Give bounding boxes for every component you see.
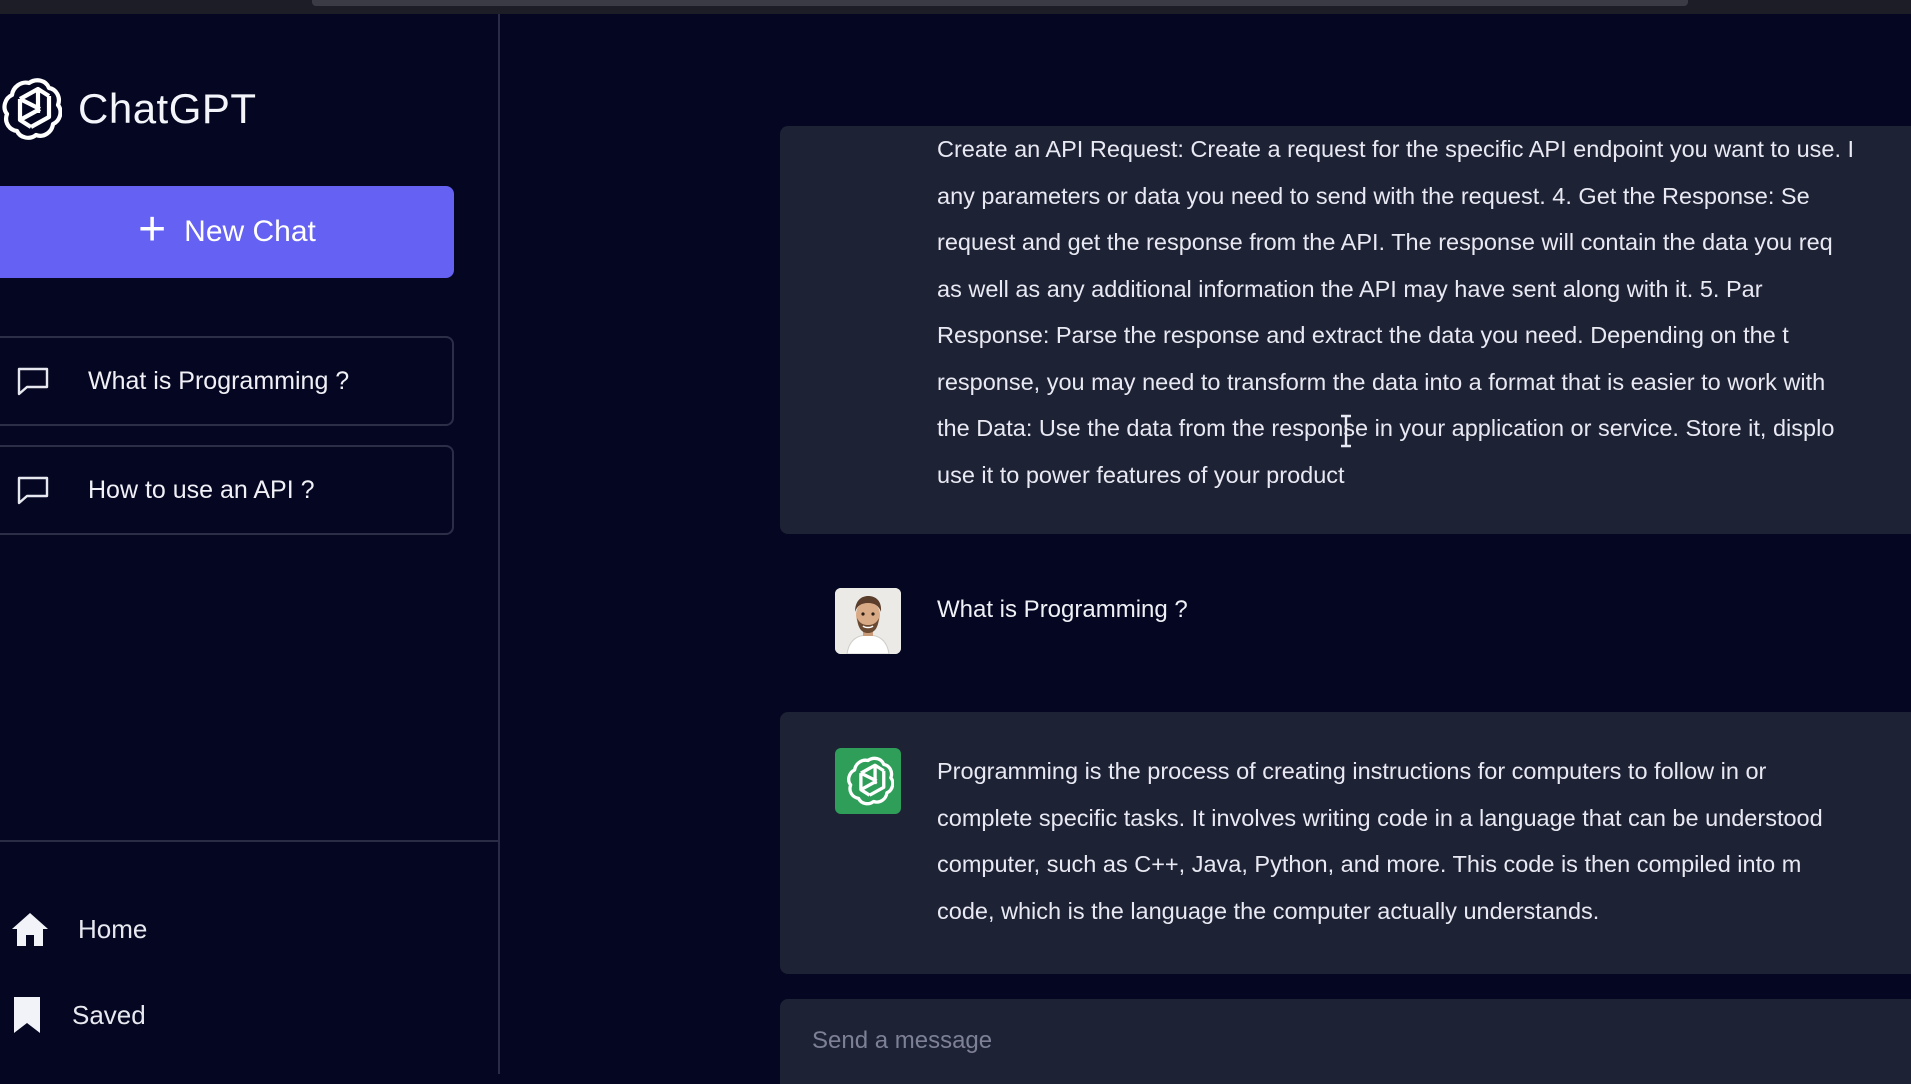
answer-line: computer, such as C++, Java, Python, and… (937, 851, 1802, 877)
answer-line: Create an API Request: Create a request … (937, 136, 1855, 162)
answer-line: code, which is the language the computer… (937, 897, 1600, 924)
sidebar: ChatGPT + New Chat What is Programming ?… (0, 14, 500, 1074)
text-cursor-icon (1341, 414, 1351, 448)
horizontal-scrollbar[interactable] (312, 0, 1688, 6)
openai-logo-icon (2, 78, 62, 140)
home-icon (12, 913, 48, 946)
brand: ChatGPT (0, 64, 400, 154)
chat-bubble-icon (17, 476, 49, 505)
openai-logo-icon (847, 756, 894, 806)
answer-line: Programming is the process of creating i… (937, 758, 1767, 784)
answer-line: response, you may need to transform the … (937, 368, 1826, 395)
window-top-bar (0, 0, 1911, 14)
new-chat-button[interactable]: + New Chat (0, 186, 454, 278)
nav-item-home[interactable]: Home (10, 904, 147, 954)
message-input[interactable] (810, 1017, 1890, 1065)
answer-line: request and get the response from the AP… (937, 229, 1833, 255)
bookmark-icon (14, 997, 40, 1033)
answer-line: the Data: Use the data from the response… (937, 415, 1835, 441)
sidebar-divider (0, 840, 500, 842)
history-item-label: How to use an API ? (88, 475, 315, 504)
history-item-how-to-use-api[interactable]: How to use an API ? (0, 445, 454, 535)
nav-item-saved[interactable]: Saved (10, 990, 146, 1040)
answer-line: any parameters or data you need to send … (937, 182, 1810, 209)
answer-line: use it to power features of your product (937, 461, 1345, 488)
answer-line: Response: Parse the response and extract… (937, 322, 1789, 348)
user-message-text: What is Programming ? (937, 596, 1188, 623)
answer-line: complete specific tasks. It involves wri… (937, 804, 1823, 831)
nav-item-label: Saved (72, 999, 146, 1030)
plus-icon: + (138, 203, 167, 256)
assistant-answer-text: Programming is the process of creating i… (937, 748, 1911, 934)
message-composer (780, 999, 1911, 1084)
previous-answer-text: Create an API Request: Create a request … (937, 126, 1911, 498)
history-item-what-is-programming[interactable]: What is Programming ? (0, 336, 454, 426)
app-name: ChatGPT (78, 85, 257, 132)
nav-item-label: Home (78, 913, 148, 944)
chat-bubble-icon (17, 367, 49, 396)
history-item-label: What is Programming ? (88, 366, 350, 395)
assistant-avatar (835, 748, 901, 814)
new-chat-label: New Chat (184, 215, 316, 248)
user-avatar (835, 588, 901, 654)
answer-line: as well as any additional information th… (937, 275, 1763, 302)
